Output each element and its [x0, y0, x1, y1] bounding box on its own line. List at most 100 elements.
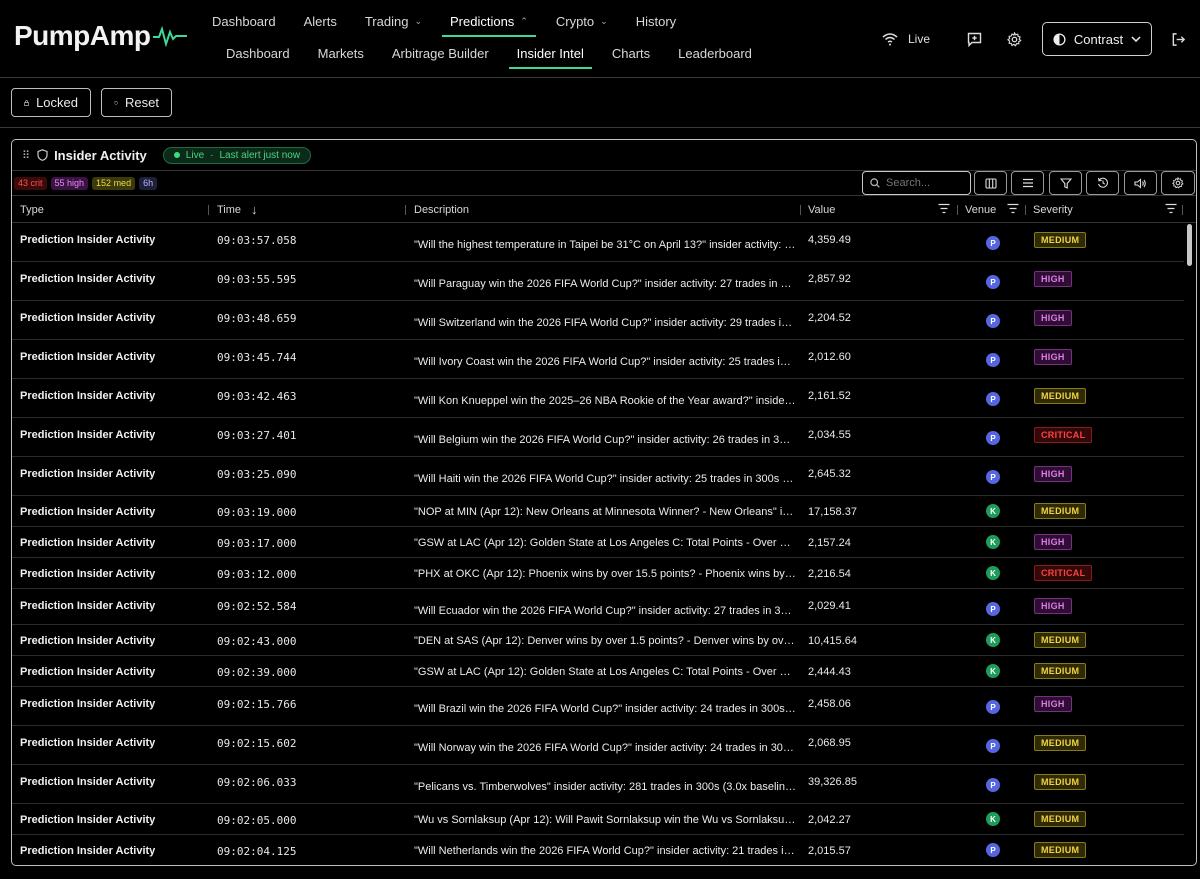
row-description: "Wu vs Sornlaksup (Apr 12): Will Pawit S…	[414, 814, 796, 826]
vertical-scrollbar[interactable]	[1187, 224, 1192, 266]
row-type: Prediction Insider Activity	[20, 234, 156, 246]
table-row[interactable]: Prediction Insider Activity 09:02:06.033 "…	[12, 765, 1184, 804]
live-badge-label: Live	[185, 149, 205, 161]
table-row[interactable]: Prediction Insider Activity 09:02:43.000 "…	[12, 625, 1184, 656]
venue-polymarket-icon: P	[986, 602, 1000, 616]
severity-badge: MEDIUM	[1034, 842, 1087, 858]
column-header-type[interactable]: Type	[20, 196, 44, 223]
nav-item-label: Trading	[364, 14, 409, 29]
table-row[interactable]: Prediction Insider Activity 09:03:27.401 "…	[12, 418, 1184, 457]
table-row[interactable]: Prediction Insider Activity 09:02:04.125 "…	[12, 835, 1184, 865]
venue-kalshi-icon: K	[986, 664, 1000, 678]
history-button[interactable]	[1086, 171, 1119, 195]
column-header-description[interactable]: Description	[414, 196, 469, 223]
reset-button[interactable]: Reset	[101, 88, 172, 117]
table-row[interactable]: Prediction Insider Activity 09:02:05.000 "…	[12, 804, 1184, 835]
column-resizer[interactable]	[800, 205, 801, 215]
search-box[interactable]	[862, 171, 971, 195]
row-type: Prediction Insider Activity	[20, 635, 156, 647]
columns-button[interactable]	[974, 171, 1007, 195]
venue-filter-icon[interactable]	[1007, 203, 1019, 214]
severity-badge: HIGH	[1034, 598, 1072, 614]
nav-item-crypto[interactable]: Crypto ⌄	[542, 12, 622, 35]
theme-label: Contrast	[1073, 31, 1124, 47]
column-resizer[interactable]	[957, 205, 958, 215]
gear-icon[interactable]	[1000, 25, 1028, 53]
medium-count-chip[interactable]: 152 med	[92, 176, 136, 190]
live-separator: ·	[210, 149, 214, 161]
column-resizer[interactable]	[208, 205, 209, 215]
table-row[interactable]: Prediction Insider Activity 09:02:15.602 "…	[12, 726, 1184, 765]
severity-badge: HIGH	[1034, 310, 1072, 326]
panel-title: Insider Activity	[54, 147, 147, 163]
table-row[interactable]: Prediction Insider Activity 09:03:17.000 "…	[12, 527, 1184, 558]
subnav-item-insider-intel[interactable]: Insider Intel	[503, 44, 598, 69]
drag-handle-icon[interactable]: ⠿	[22, 149, 30, 162]
table-row[interactable]: Prediction Insider Activity 09:02:39.000 "…	[12, 656, 1184, 687]
table-row[interactable]: Prediction Insider Activity 09:03:57.058 "…	[12, 223, 1184, 262]
row-time: 09:03:45.744	[217, 351, 297, 364]
logo[interactable]: PumpAmp	[14, 20, 187, 52]
theme-dropdown[interactable]: Contrast	[1042, 22, 1152, 56]
table-row[interactable]: Prediction Insider Activity 09:03:48.659 "…	[12, 301, 1184, 340]
feedback-icon[interactable]	[960, 25, 988, 53]
column-header-time[interactable]: Time ↓	[217, 196, 258, 223]
nav-item-trading[interactable]: Trading ⌄	[351, 12, 436, 35]
severity-badge: MEDIUM	[1034, 774, 1087, 790]
search-input[interactable]	[886, 177, 966, 189]
filter-button[interactable]	[1049, 171, 1082, 195]
row-type: Prediction Insider Activity	[20, 814, 156, 826]
column-header-value[interactable]: Value	[808, 196, 835, 223]
value-filter-icon[interactable]	[938, 203, 950, 214]
venue-kalshi-icon: K	[986, 535, 1000, 549]
row-time: 09:03:42.463	[217, 390, 297, 403]
subnav-item-markets[interactable]: Markets	[304, 44, 378, 67]
row-value: 2,216.54	[808, 568, 851, 580]
row-description: "Will Norway win the 2026 FIFA World Cup…	[414, 742, 794, 754]
column-resizer[interactable]	[1025, 205, 1026, 215]
locked-button[interactable]: Locked	[11, 88, 91, 117]
subnav-item-dashboard[interactable]: Dashboard	[212, 44, 304, 67]
panel-settings-button[interactable]	[1161, 171, 1195, 195]
table-row[interactable]: Prediction Insider Activity 09:03:45.744 "…	[12, 340, 1184, 379]
severity-filter-icon[interactable]	[1165, 203, 1177, 214]
subnav-item-charts[interactable]: Charts	[598, 44, 664, 67]
density-button[interactable]	[1011, 171, 1044, 195]
logout-icon[interactable]	[1164, 25, 1192, 53]
column-resizer[interactable]	[405, 205, 406, 215]
nav-item-history[interactable]: History	[622, 12, 690, 35]
row-description: "Will Netherlands win the 2026 FIFA Worl…	[414, 845, 796, 857]
table-row[interactable]: Prediction Insider Activity 09:03:19.000 "…	[12, 496, 1184, 527]
table-row[interactable]: Prediction Insider Activity 09:03:55.595 "…	[12, 262, 1184, 301]
row-value: 2,645.32	[808, 468, 851, 480]
subnav-item-arbitrage-builder[interactable]: Arbitrage Builder	[378, 44, 503, 67]
venue-polymarket-icon: P	[986, 392, 1000, 406]
sound-button[interactable]	[1124, 171, 1157, 195]
row-value: 2,458.06	[808, 698, 851, 710]
severity-badge: HIGH	[1034, 271, 1072, 287]
nav-item-dashboard[interactable]: Dashboard	[198, 12, 290, 35]
column-header-venue[interactable]: Venue	[965, 196, 996, 223]
table-row[interactable]: Prediction Insider Activity 09:02:52.584 "…	[12, 589, 1184, 625]
table-row[interactable]: Prediction Insider Activity 09:02:15.766 "…	[12, 687, 1184, 726]
high-count-chip[interactable]: 55 high	[50, 176, 89, 190]
table-row[interactable]: Prediction Insider Activity 09:03:12.000 "…	[12, 558, 1184, 589]
live-status-badge: Live · Last alert just now	[162, 146, 312, 164]
speaker-icon	[1134, 177, 1146, 189]
table-row[interactable]: Prediction Insider Activity 09:03:42.463 "…	[12, 379, 1184, 418]
subnav-item-leaderboard[interactable]: Leaderboard	[664, 44, 766, 67]
subnav-item-label: Markets	[317, 46, 364, 61]
venue-polymarket-icon: P	[986, 353, 1000, 367]
row-time: 09:02:43.000	[217, 635, 297, 648]
primary-nav: Dashboard Alerts Trading ⌄ Predictions ⌃ Crypt…	[198, 12, 690, 37]
table-row[interactable]: Prediction Insider Activity 09:03:25.090 "…	[12, 457, 1184, 496]
wifi-icon[interactable]	[876, 25, 904, 53]
nav-item-predictions[interactable]: Predictions ⌃	[436, 12, 542, 37]
time-window-chip[interactable]: 6h	[139, 176, 158, 190]
row-type: Prediction Insider Activity	[20, 737, 156, 749]
column-header-severity[interactable]: Severity	[1033, 196, 1073, 223]
nav-item-alerts[interactable]: Alerts	[290, 12, 351, 35]
venue-polymarket-icon: P	[986, 314, 1000, 328]
column-resizer[interactable]	[1182, 205, 1183, 215]
critical-count-chip[interactable]: 43 crit	[14, 176, 47, 190]
